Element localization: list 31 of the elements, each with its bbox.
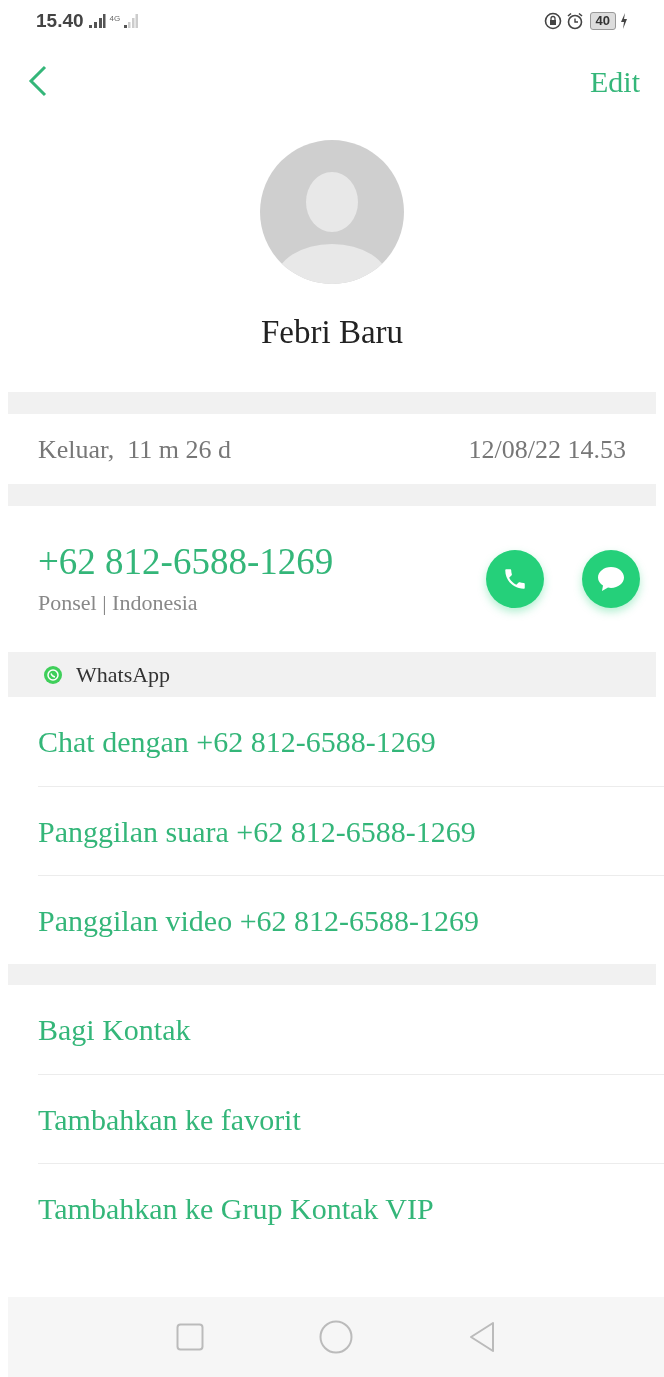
phone-number[interactable]: +62 812-6588-1269 [38, 539, 334, 584]
call-status: Keluar, 11 m 26 d [38, 433, 231, 466]
contact-name: Febri Baru [260, 313, 404, 352]
call-time: 12/08/22 14.53 [468, 433, 626, 466]
charging-icon [620, 13, 628, 29]
clock: 15.40 [36, 8, 84, 33]
edit-button[interactable]: Edit [590, 58, 640, 104]
avatar-icon [260, 140, 404, 284]
call-button[interactable] [486, 550, 544, 608]
chat-bubble-icon [596, 565, 626, 593]
whatsapp-icon [44, 665, 62, 684]
rotation-lock-icon [543, 12, 562, 30]
back-icon[interactable] [28, 65, 48, 97]
menu-item[interactable]: Panggilan suara +62 812-6588-1269 [38, 808, 476, 854]
back-icon[interactable] [468, 1321, 497, 1353]
home-icon[interactable] [319, 1320, 353, 1354]
menu-item[interactable]: Chat dengan +62 812-6588-1269 [38, 719, 436, 764]
alarm-icon [565, 12, 584, 30]
phone-icon [502, 566, 528, 592]
menu-item[interactable]: Bagi Kontak [38, 1007, 191, 1052]
signal-icon [124, 14, 139, 28]
section-title: WhatsApp [76, 661, 171, 689]
menu-item[interactable]: Panggilan video +62 812-6588-1269 [38, 897, 480, 943]
signal-icon [87, 14, 106, 28]
message-button[interactable] [582, 550, 640, 608]
menu-item[interactable]: Tambahkan ke Grup Kontak VIP [38, 1185, 434, 1231]
recent-apps-icon[interactable] [175, 1323, 204, 1351]
battery-indicator: 40 [589, 12, 616, 30]
menu-item[interactable]: Tambahkan ke favorit [38, 1096, 301, 1142]
phone-type: Ponsel | Indonesia [38, 588, 199, 617]
network-label: 4G [109, 12, 121, 25]
